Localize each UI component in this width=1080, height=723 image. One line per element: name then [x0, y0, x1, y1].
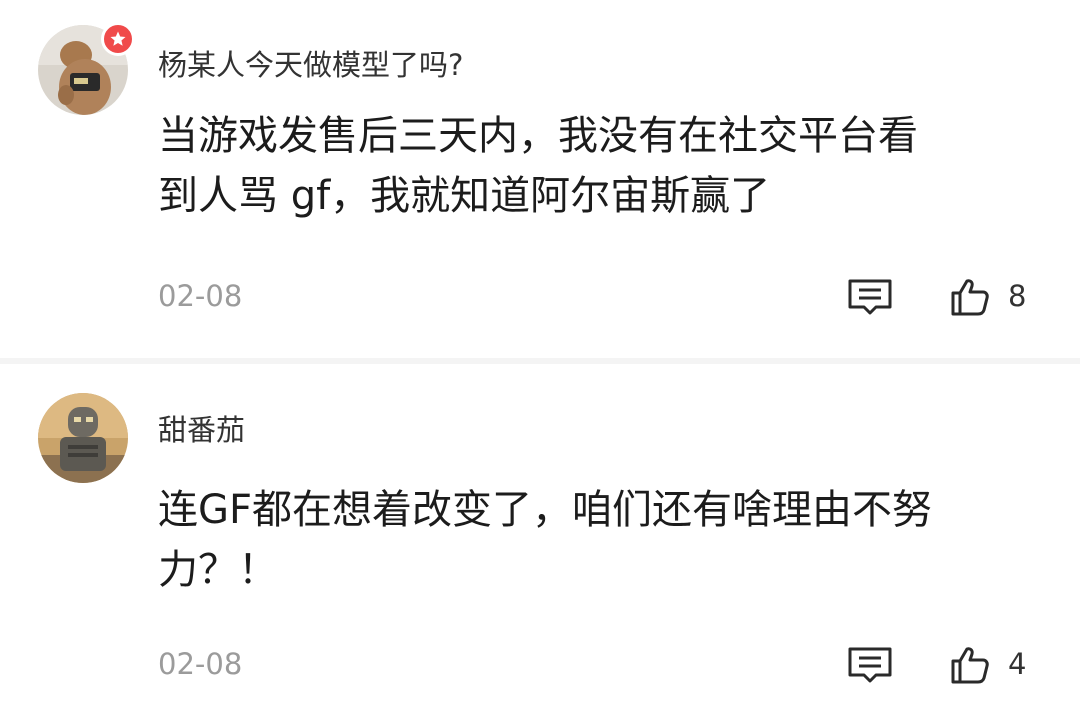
like-button[interactable]: 4 — [950, 645, 1040, 685]
comment-date: 02-08 — [158, 647, 243, 681]
thumbs-up-icon — [951, 279, 989, 316]
comment-text-line: 力？！ — [158, 547, 278, 593]
like-count: 4 — [1008, 647, 1027, 681]
comment-icon — [848, 279, 892, 315]
comment-text: 连GF都在想着改变了，咱们还有啥理由不努 力？！ — [158, 480, 1048, 600]
comment-text-line: 到人骂 gf，我就知道阿尔宙斯赢了 — [158, 173, 771, 219]
avatar[interactable] — [38, 393, 128, 483]
comment-icon — [848, 647, 892, 683]
comment-text-line: 连GF都在想着改变了，咱们还有啥理由不努 — [158, 487, 933, 533]
comment-text-line: 当游戏发售后三天内，我没有在社交平台看 — [158, 113, 918, 159]
robot-avatar — [38, 393, 128, 483]
like-count: 8 — [1008, 279, 1027, 313]
comment-date: 02-08 — [158, 279, 243, 313]
comment-text: 当游戏发售后三天内，我没有在社交平台看 到人骂 gf，我就知道阿尔宙斯赢了 — [158, 106, 1048, 226]
username[interactable]: 杨某人今天做模型了吗? — [158, 42, 463, 84]
comment-item: 甜番茄 连GF都在想着改变了，咱们还有啥理由不努 力？！ 02-08 4 — [0, 364, 1080, 723]
like-button[interactable]: 8 — [950, 277, 1040, 317]
star-badge-icon — [101, 22, 135, 56]
thumbs-up-icon — [951, 647, 989, 684]
comment-item: 杨某人今天做模型了吗? 当游戏发售后三天内，我没有在社交平台看 到人骂 gf，我… — [0, 0, 1080, 358]
reply-button[interactable] — [846, 645, 894, 685]
username[interactable]: 甜番茄 — [158, 407, 245, 449]
reply-button[interactable] — [846, 277, 894, 317]
